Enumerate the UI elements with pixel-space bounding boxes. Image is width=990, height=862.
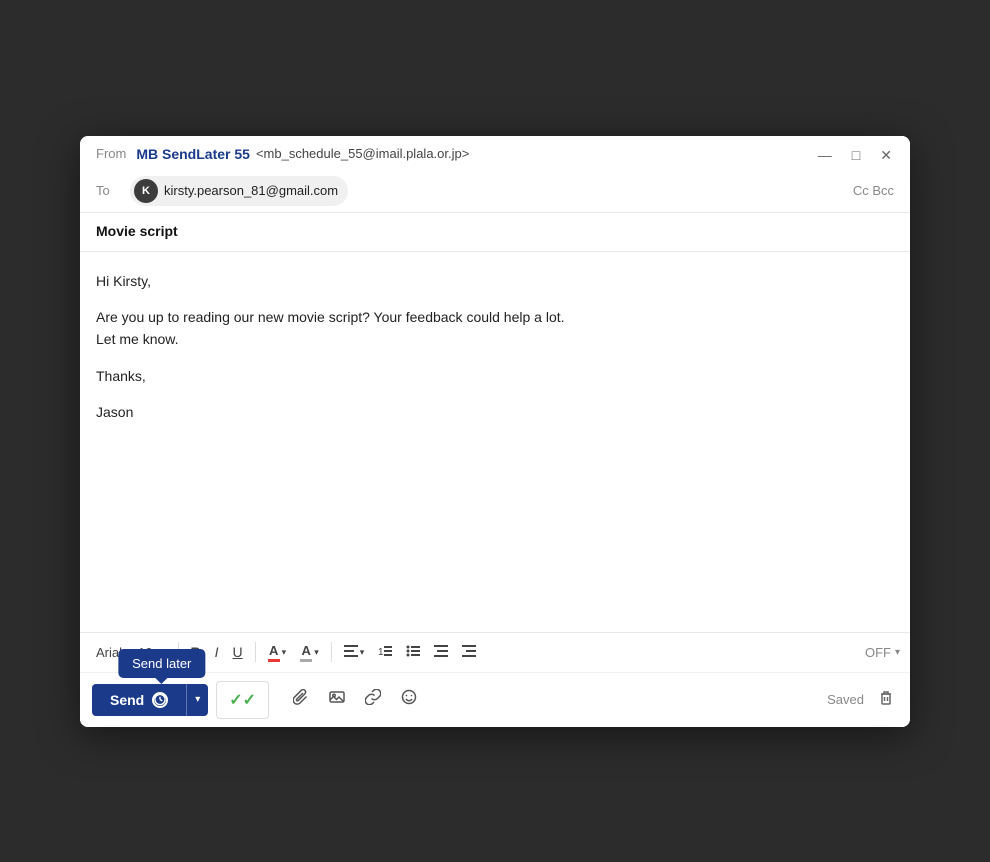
indent-decrease-icon — [434, 644, 448, 660]
close-button[interactable]: ✕ — [876, 146, 896, 164]
minimize-button[interactable]: — — [814, 146, 836, 164]
recipient-email: kirsty.pearson_81@gmail.com — [164, 183, 338, 198]
indent-increase-button[interactable] — [456, 640, 482, 664]
body-signature: Jason — [96, 401, 894, 423]
body-greeting: Hi Kirsty, — [96, 270, 894, 292]
highlight-icon: A — [300, 643, 312, 662]
off-toggle[interactable]: OFF ▾ — [865, 645, 900, 660]
from-label: From — [96, 146, 126, 161]
cc-bcc-button[interactable]: Cc Bcc — [853, 183, 894, 198]
off-label: OFF — [865, 645, 891, 660]
bold-button[interactable]: B — [185, 640, 207, 664]
send-later-dropdown-button[interactable]: ▾ Send later — [186, 684, 208, 716]
font-size-button[interactable]: 10 — [134, 642, 164, 663]
align-button[interactable]: ▾ — [338, 640, 371, 664]
recipient-chip[interactable]: K kirsty.pearson_81@gmail.com — [130, 176, 348, 206]
link-icon — [365, 689, 381, 710]
send-button-group: Send ▾ Send later — [92, 684, 208, 716]
formatting-toolbar: Arial 10 B I U A ▾ A ▾ — [80, 633, 910, 673]
attachment-icon — [293, 689, 309, 710]
ordered-list-button[interactable]: 1. — [372, 640, 398, 664]
align-chevron: ▾ — [360, 647, 365, 658]
body-thanks: Thanks, — [96, 365, 894, 387]
send-clock-icon — [152, 692, 168, 708]
body-line2: Are you up to reading our new movie scri… — [96, 309, 565, 325]
unordered-list-icon — [406, 644, 420, 660]
action-icons — [285, 683, 425, 716]
italic-button[interactable]: I — [209, 640, 225, 664]
off-chevron: ▾ — [895, 647, 900, 658]
check-button[interactable]: ✓✓ — [216, 681, 269, 719]
title-bar: From MB SendLater 55 <mb_schedule_55@ima… — [80, 136, 910, 170]
font-color-chevron: ▾ — [282, 647, 287, 658]
delete-icon — [878, 690, 894, 710]
font-color-button[interactable]: A ▾ — [262, 639, 293, 666]
saved-area: Saved — [827, 686, 898, 714]
maximize-button[interactable]: □ — [848, 146, 864, 164]
send-toolbar: Send ▾ Send later ✓ — [80, 673, 910, 727]
to-label: To — [96, 183, 120, 198]
body-line3: Let me know. — [96, 331, 179, 347]
subject-text: Movie script — [96, 223, 178, 239]
delete-button[interactable] — [874, 686, 898, 714]
indent-decrease-button[interactable] — [428, 640, 454, 664]
to-row: To K kirsty.pearson_81@gmail.com Cc Bcc — [80, 170, 910, 213]
saved-label: Saved — [827, 692, 864, 707]
image-icon — [329, 689, 345, 710]
separator-2 — [255, 642, 256, 662]
image-button[interactable] — [321, 683, 353, 716]
send-later-chevron: ▾ — [195, 694, 200, 705]
emoji-icon — [401, 689, 417, 710]
separator-1 — [178, 642, 179, 662]
highlight-chevron: ▾ — [314, 647, 319, 658]
emoji-button[interactable] — [393, 683, 425, 716]
subject-row: Movie script — [80, 213, 910, 252]
window-controls: — □ ✕ — [814, 146, 896, 164]
sender-name: MB SendLater 55 — [136, 146, 250, 162]
toolbar-area: Arial 10 B I U A ▾ A ▾ — [80, 632, 910, 727]
unordered-list-button[interactable] — [400, 640, 426, 664]
indent-increase-icon — [462, 644, 476, 660]
highlight-button[interactable]: A ▾ — [294, 639, 325, 666]
link-button[interactable] — [357, 683, 389, 716]
attachment-button[interactable] — [285, 683, 317, 716]
font-name-label: Arial — [90, 642, 128, 663]
check-icon: ✓✓ — [229, 690, 256, 710]
body-paragraph: Are you up to reading our new movie scri… — [96, 306, 894, 351]
email-body[interactable]: Hi Kirsty, Are you up to reading our new… — [80, 252, 910, 632]
sender-email: <mb_schedule_55@imail.plala.or.jp> — [256, 146, 469, 161]
underline-button[interactable]: U — [227, 640, 249, 664]
send-button[interactable]: Send — [92, 684, 186, 716]
separator-3 — [331, 642, 332, 662]
align-icon — [344, 644, 358, 660]
compose-window: From MB SendLater 55 <mb_schedule_55@ima… — [80, 136, 910, 727]
ordered-list-icon: 1. — [378, 644, 392, 660]
recipient-avatar: K — [134, 179, 158, 203]
font-color-icon: A — [268, 643, 280, 662]
send-label: Send — [110, 692, 144, 708]
